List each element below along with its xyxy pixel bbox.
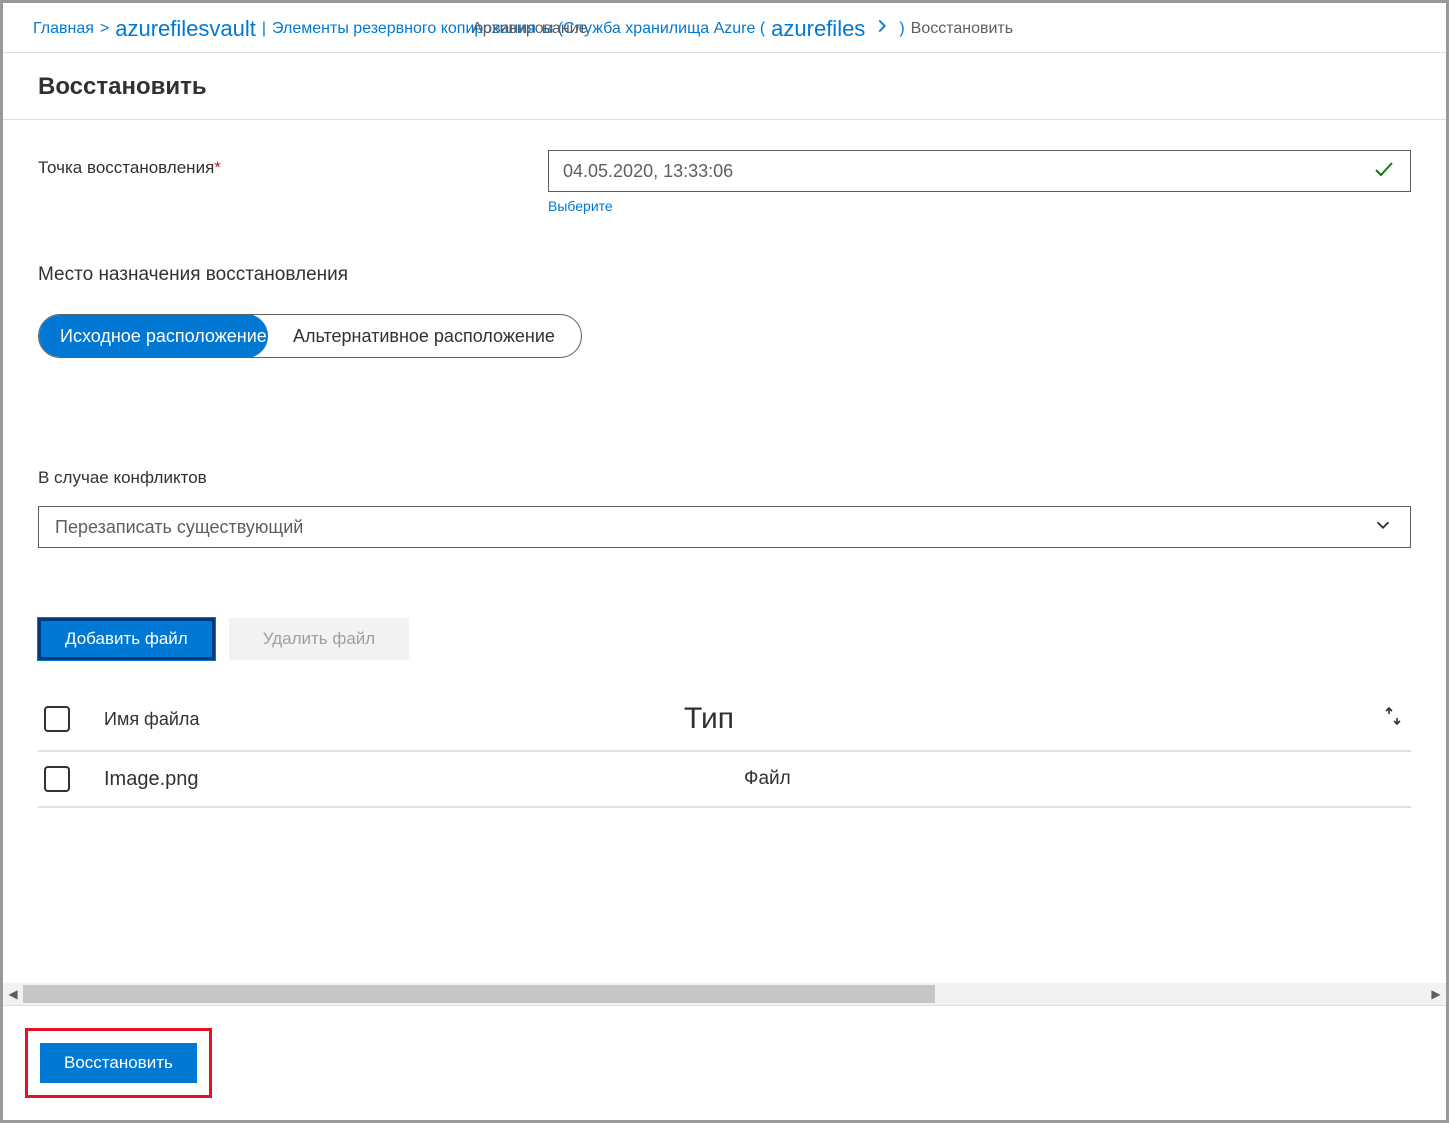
recovery-point-label: Точка восстановления*	[38, 150, 548, 178]
breadcrumb-backup-items[interactable]: Элементы резервного копирования Архивиро…	[272, 20, 536, 38]
restore-destination-heading: Место назначения восстановления	[38, 264, 1411, 286]
add-file-button[interactable]: Добавить файл	[38, 618, 215, 660]
recovery-point-input[interactable]: 04.05.2020, 13:33:06	[548, 150, 1411, 192]
scroll-track[interactable]	[23, 983, 1426, 1005]
chevron-down-icon	[1372, 514, 1394, 541]
restore-highlight: Восстановить	[25, 1028, 212, 1098]
recovery-point-value: 04.05.2020, 13:33:06	[563, 161, 733, 182]
breadcrumb-closing: )	[899, 20, 904, 38]
chevron-right-icon	[871, 15, 893, 42]
restore-button[interactable]: Восстановить	[40, 1043, 197, 1083]
table-row[interactable]: Image.png Файл	[38, 752, 1411, 808]
breadcrumb-pipe: |	[262, 20, 266, 38]
footer-bar: Восстановить	[3, 1005, 1446, 1120]
destination-alternate-option[interactable]: Альтернативное расположение	[267, 315, 581, 357]
scroll-left-arrow[interactable]: ◀	[3, 983, 23, 1005]
column-header-name[interactable]: Имя файла	[104, 709, 684, 730]
breadcrumb-overlay: Архивирование	[472, 20, 587, 38]
row-file-type: Файл	[684, 768, 1355, 790]
row-file-name: Image.png	[104, 768, 684, 791]
required-asterisk: *	[214, 158, 221, 177]
breadcrumb-azurefiles[interactable]: azurefiles	[771, 16, 865, 42]
scroll-thumb[interactable]	[23, 985, 935, 1003]
sort-icon[interactable]	[1355, 704, 1405, 734]
conflict-dropdown[interactable]: Перезаписать существующий	[38, 506, 1411, 548]
breadcrumb: Главная > azurefilesvault | Элементы рез…	[3, 3, 1446, 53]
conflict-label: В случае конфликтов	[38, 468, 1411, 488]
conflict-selected-value: Перезаписать существующий	[55, 517, 303, 538]
scroll-right-arrow[interactable]: ▶	[1426, 983, 1446, 1005]
horizontal-scrollbar[interactable]: ◀ ▶	[3, 983, 1446, 1005]
destination-toggle-group: Исходное расположение Альтернативное рас…	[38, 314, 582, 358]
file-table: Имя файла Тип Image.png Файл	[38, 688, 1411, 808]
title-bar: Восстановить	[3, 53, 1446, 120]
page-title: Восстановить	[38, 73, 1411, 101]
breadcrumb-sep: >	[100, 20, 109, 38]
breadcrumb-current: Восстановить	[911, 20, 1013, 38]
select-all-checkbox[interactable]	[44, 706, 70, 732]
table-header-row: Имя файла Тип	[38, 688, 1411, 752]
select-recovery-point-link[interactable]: Выберите	[548, 198, 613, 214]
delete-file-button: Удалить файл	[229, 618, 409, 660]
row-checkbox[interactable]	[44, 766, 70, 792]
destination-original-option[interactable]: Исходное расположение	[38, 314, 268, 358]
content-area: Точка восстановления* 04.05.2020, 13:33:…	[3, 120, 1446, 1005]
breadcrumb-home[interactable]: Главная	[33, 20, 94, 38]
checkmark-icon	[1372, 157, 1396, 186]
column-header-type[interactable]: Тип	[684, 702, 1355, 736]
breadcrumb-vault[interactable]: azurefilesvault	[115, 16, 256, 42]
